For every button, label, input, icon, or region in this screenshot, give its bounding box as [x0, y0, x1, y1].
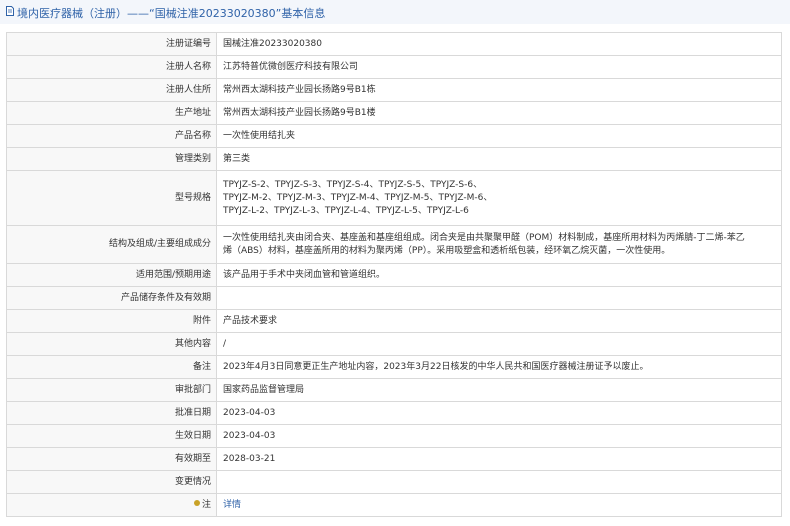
row-label: 结构及组成/主要组成成分	[6, 225, 217, 264]
details-link[interactable]: 详情	[223, 500, 241, 510]
row-value: 国家药品监督管理局	[216, 378, 782, 402]
row-label: 注册人住所	[6, 78, 217, 102]
table-row: 注册人名称 江苏特普优微创医疗科技有限公司	[6, 55, 782, 79]
row-label: 注	[6, 493, 217, 517]
row-value: TPYJZ-S-2、TPYJZ-S-3、TPYJZ-S-4、TPYJZ-S-5、…	[216, 170, 782, 226]
table-row: 生产地址 常州西太湖科技产业园长扬路9号B1楼	[6, 101, 782, 125]
table-row: 生效日期 2023-04-03	[6, 424, 782, 448]
table-row: 管理类别 第三类	[6, 147, 782, 171]
model-line: TPYJZ-S-2、TPYJZ-S-3、TPYJZ-S-4、TPYJZ-S-5、…	[223, 179, 483, 190]
row-label: 产品储存条件及有效期	[6, 286, 217, 310]
row-label: 附件	[6, 309, 217, 333]
row-value: 第三类	[216, 147, 782, 171]
row-label: 产品名称	[6, 124, 217, 148]
table-row: 审批部门 国家药品监督管理局	[6, 378, 782, 402]
table-row: 其他内容 /	[6, 332, 782, 356]
page-title: 境内医疗器械（注册）——“国械注准20233020380”基本信息	[17, 7, 326, 20]
row-value: 产品技术要求	[216, 309, 782, 333]
table-row: 产品储存条件及有效期	[6, 286, 782, 310]
row-label: 生产地址	[6, 101, 217, 125]
table-row: 产品名称 一次性使用结扎夹	[6, 124, 782, 148]
bulb-icon	[193, 500, 200, 506]
model-line: TPYJZ-L-2、TPYJZ-L-3、TPYJZ-L-4、TPYJZ-L-5、…	[223, 205, 469, 216]
table-row: 批准日期 2023-04-03	[6, 401, 782, 425]
table-row: 有效期至 2028-03-21	[6, 447, 782, 471]
document-icon	[6, 6, 14, 16]
model-line: TPYJZ-M-2、TPYJZ-M-3、TPYJZ-M-4、TPYJZ-M-5、…	[223, 192, 493, 203]
table-row: 注册人住所 常州西太湖科技产业园长扬路9号B1栋	[6, 78, 782, 102]
row-value: 国械注准20233020380	[216, 32, 782, 56]
page-header: 境内医疗器械（注册）——“国械注准20233020380”基本信息	[0, 0, 790, 24]
row-value: 该产品用于手术中夹闭血管和管道组织。	[216, 263, 782, 287]
structure-line: 烯（ABS）材料，基座盖所用的材料为聚丙烯（PP）。采用吸塑盒和透析纸包装，经环…	[223, 245, 671, 256]
row-value: 常州西太湖科技产业园长扬路9号B1栋	[216, 78, 782, 102]
row-value: 详情	[216, 493, 782, 517]
row-value	[216, 286, 782, 310]
row-label: 批准日期	[6, 401, 217, 425]
table-row: 附件 产品技术要求	[6, 309, 782, 333]
row-value: 2023-04-03	[216, 424, 782, 448]
row-value: 2028-03-21	[216, 447, 782, 471]
row-value: 江苏特普优微创医疗科技有限公司	[216, 55, 782, 79]
row-value	[216, 470, 782, 494]
table-row: 变更情况	[6, 470, 782, 494]
row-label: 注册人名称	[6, 55, 217, 79]
structure-line: 一次性使用结扎夹由闭合夹、基座盖和基座组组成。闭合夹是由共聚聚甲醛（POM）材料…	[223, 232, 745, 243]
row-label: 变更情况	[6, 470, 217, 494]
note-label: 注	[201, 499, 211, 510]
row-value: /	[216, 332, 782, 356]
row-value: 2023-04-03	[216, 401, 782, 425]
row-value: 常州西太湖科技产业园长扬路9号B1楼	[216, 101, 782, 125]
row-label: 有效期至	[6, 447, 217, 471]
row-label: 注册证编号	[6, 32, 217, 56]
table-row: 结构及组成/主要组成成分 一次性使用结扎夹由闭合夹、基座盖和基座组组成。闭合夹是…	[6, 225, 782, 264]
row-label: 备注	[6, 355, 217, 379]
row-value: 2023年4月3日同意更正生产地址内容，2023年3月22日核发的中华人民共和国…	[216, 355, 782, 379]
row-label: 型号规格	[6, 170, 217, 226]
table-row: 适用范围/预期用途 该产品用于手术中夹闭血管和管道组织。	[6, 263, 782, 287]
row-label: 适用范围/预期用途	[6, 263, 217, 287]
table-row: 注 详情	[6, 493, 782, 517]
row-label: 管理类别	[6, 147, 217, 171]
row-label: 审批部门	[6, 378, 217, 402]
row-label: 其他内容	[6, 332, 217, 356]
row-value: 一次性使用结扎夹	[216, 124, 782, 148]
info-table: 注册证编号 国械注准20233020380 注册人名称 江苏特普优微创医疗科技有…	[6, 32, 782, 517]
row-value: 一次性使用结扎夹由闭合夹、基座盖和基座组组成。闭合夹是由共聚聚甲醛（POM）材料…	[216, 225, 782, 264]
row-label: 生效日期	[6, 424, 217, 448]
table-row: 型号规格 TPYJZ-S-2、TPYJZ-S-3、TPYJZ-S-4、TPYJZ…	[6, 170, 782, 226]
table-row: 备注 2023年4月3日同意更正生产地址内容，2023年3月22日核发的中华人民…	[6, 355, 782, 379]
table-row: 注册证编号 国械注准20233020380	[6, 32, 782, 56]
